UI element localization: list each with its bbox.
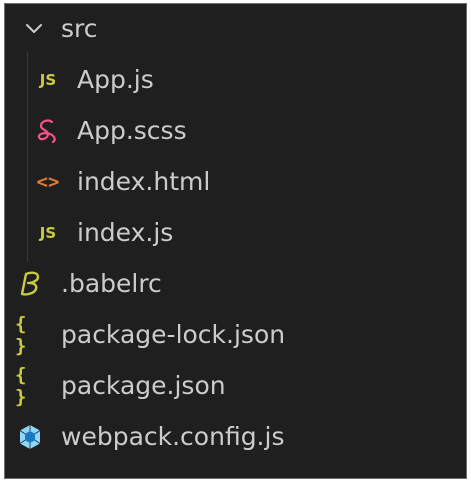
- file-package-json[interactable]: { } package.json: [5, 361, 466, 412]
- file-label: App.scss: [77, 116, 187, 145]
- file-label: index.js: [77, 218, 174, 247]
- chevron-down-icon: [19, 14, 49, 44]
- file-label: .babelrc: [61, 269, 162, 298]
- file-explorer-tree: src JS App.js App.scss <> index.html JS …: [4, 3, 467, 479]
- file-label: webpack.config.js: [61, 422, 285, 451]
- file-index-html[interactable]: <> index.html: [5, 157, 466, 208]
- js-icon: JS: [39, 71, 57, 89]
- babel-icon: [15, 269, 45, 299]
- sass-icon: [33, 116, 63, 146]
- folder-src[interactable]: src: [5, 4, 466, 55]
- file-label: package-lock.json: [61, 320, 286, 349]
- file-index-js[interactable]: JS index.js: [5, 208, 466, 259]
- file-app-js[interactable]: JS App.js: [5, 55, 466, 106]
- file-label: package.json: [61, 371, 226, 400]
- html-icon: <>: [36, 171, 60, 193]
- json-icon: { }: [15, 364, 27, 408]
- folder-label: src: [61, 14, 98, 43]
- json-icon: { }: [15, 313, 27, 357]
- webpack-icon: [15, 422, 45, 452]
- file-app-scss[interactable]: App.scss: [5, 106, 466, 157]
- file-babelrc[interactable]: .babelrc: [5, 259, 466, 310]
- file-webpack-config-js[interactable]: webpack.config.js: [5, 412, 466, 463]
- js-icon: JS: [39, 224, 57, 242]
- file-label: App.js: [77, 65, 154, 94]
- file-label: index.html: [77, 167, 211, 196]
- file-package-lock-json[interactable]: { } package-lock.json: [5, 310, 466, 361]
